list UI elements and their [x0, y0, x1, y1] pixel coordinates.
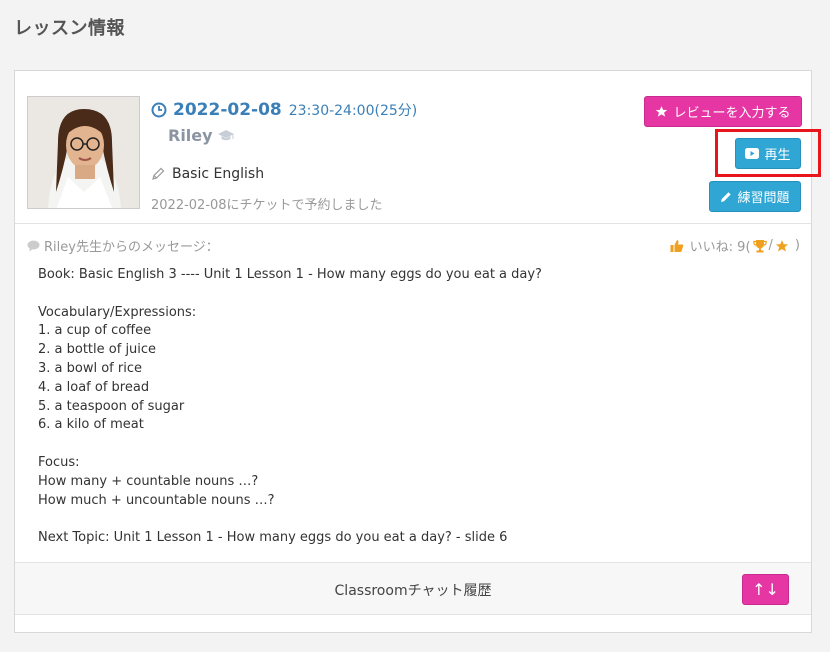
toggle-chat-history-button[interactable]: ↑↓ [742, 574, 789, 605]
teacher-row: Riley [168, 126, 234, 145]
video-play-icon [745, 148, 760, 159]
graduation-cap-icon [217, 130, 234, 141]
teacher-name[interactable]: Riley [168, 126, 213, 145]
course-name: Basic English [172, 166, 265, 182]
star-icon [775, 239, 789, 252]
thumbs-up-icon [670, 239, 683, 252]
review-button[interactable]: レビューを入力する [644, 96, 802, 127]
trophy-icon [752, 239, 767, 252]
play-button-label: 再生 [764, 148, 791, 163]
exercise-button-label: 練習問題 [737, 191, 790, 206]
likes-separator: / [768, 238, 773, 253]
booking-note: 2022-02-08にチケットで予約しました [151, 198, 383, 213]
lesson-datetime: 2022-02-08 23:30-24:00(25分) [151, 100, 417, 120]
message-header-label: Riley先生からのメッセージ： [44, 240, 219, 255]
message-body: Book: Basic English 3 ---- Unit 1 Lesson… [38, 267, 542, 546]
speech-bubble-icon [27, 240, 40, 251]
likes-counter: いいね: 9( / ) [668, 236, 800, 255]
pencil-icon [152, 167, 165, 180]
lesson-time: 23:30-24:00(25分) [288, 103, 418, 119]
play-button[interactable]: 再生 [735, 138, 801, 169]
lesson-date: 2022-02-08 [173, 100, 282, 120]
chat-history-label: Classroomチャット履歴 [334, 583, 492, 599]
page-title: レッスン情報 [14, 18, 125, 39]
clock-icon [151, 102, 167, 118]
exercise-button[interactable]: 練習問題 [709, 181, 801, 212]
review-button-label: レビューを入力する [673, 106, 791, 121]
lesson-header: 2022-02-08 23:30-24:00(25分) Riley Basic … [15, 71, 821, 224]
course-row: Basic English [151, 166, 264, 182]
message-header: Riley先生からのメッセージ： [27, 236, 219, 255]
star-icon [656, 106, 668, 117]
pencil-icon [721, 191, 732, 202]
likes-label: いいね: 9( [689, 240, 751, 255]
lesson-card: 2022-02-08 23:30-24:00(25分) Riley Basic … [14, 70, 821, 633]
teacher-avatar[interactable] [27, 96, 140, 209]
likes-close: ) [794, 238, 800, 253]
chat-history-bar: Classroomチャット履歴 ↑↓ [15, 562, 811, 615]
